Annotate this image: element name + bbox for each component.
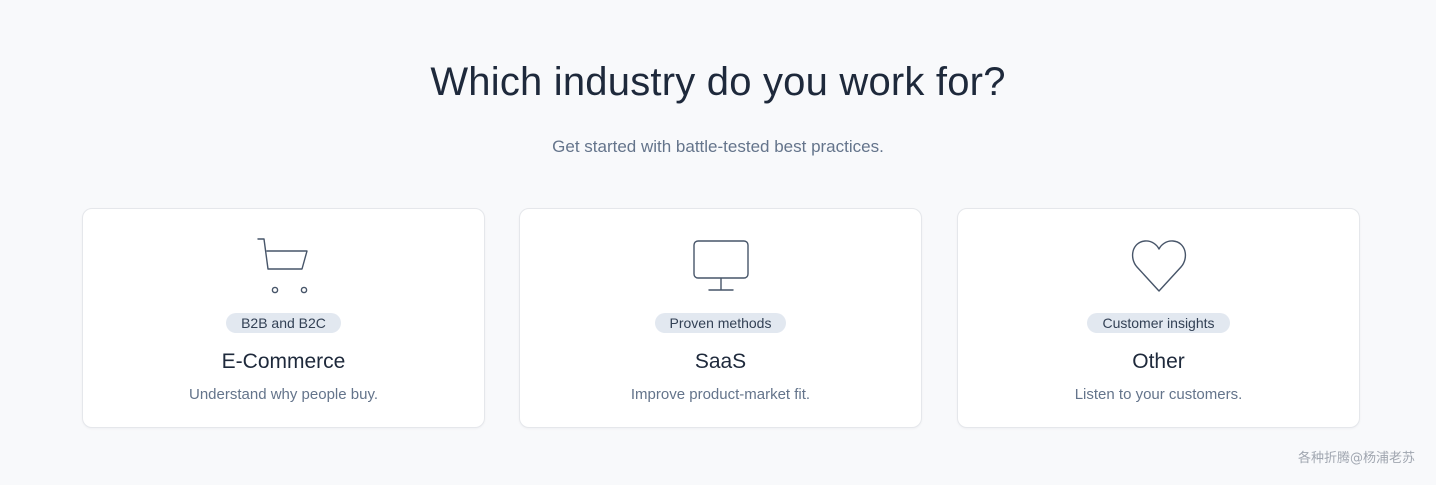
card-title: E-Commerce	[221, 350, 346, 373]
industry-card-saas[interactable]: Proven methods SaaS Improve product-mark…	[519, 208, 922, 428]
card-badge: Proven methods	[654, 313, 787, 333]
card-title: SaaS	[694, 350, 747, 373]
industry-card-other[interactable]: Customer insights Other Listen to your c…	[957, 208, 1360, 428]
card-badge: Customer insights	[1087, 313, 1230, 333]
card-description: Listen to your customers.	[1074, 386, 1243, 403]
card-title: Other	[1132, 350, 1185, 373]
shopping-cart-icon	[252, 235, 316, 295]
heart-icon	[1127, 235, 1191, 295]
card-description: Improve product-market fit.	[630, 386, 811, 403]
monitor-icon	[689, 235, 753, 295]
industry-selection-page: Which industry do you work for? Get star…	[0, 0, 1436, 485]
card-description: Understand why people buy.	[188, 386, 378, 403]
industry-card-ecommerce[interactable]: B2B and B2C E-Commerce Understand why pe…	[82, 208, 485, 428]
page-subtitle: Get started with battle-tested best prac…	[552, 137, 884, 156]
page-title: Which industry do you work for?	[430, 60, 1006, 104]
card-badge: B2B and B2C	[226, 313, 341, 333]
watermark-text: 各种折腾@杨浦老苏	[1297, 451, 1415, 466]
